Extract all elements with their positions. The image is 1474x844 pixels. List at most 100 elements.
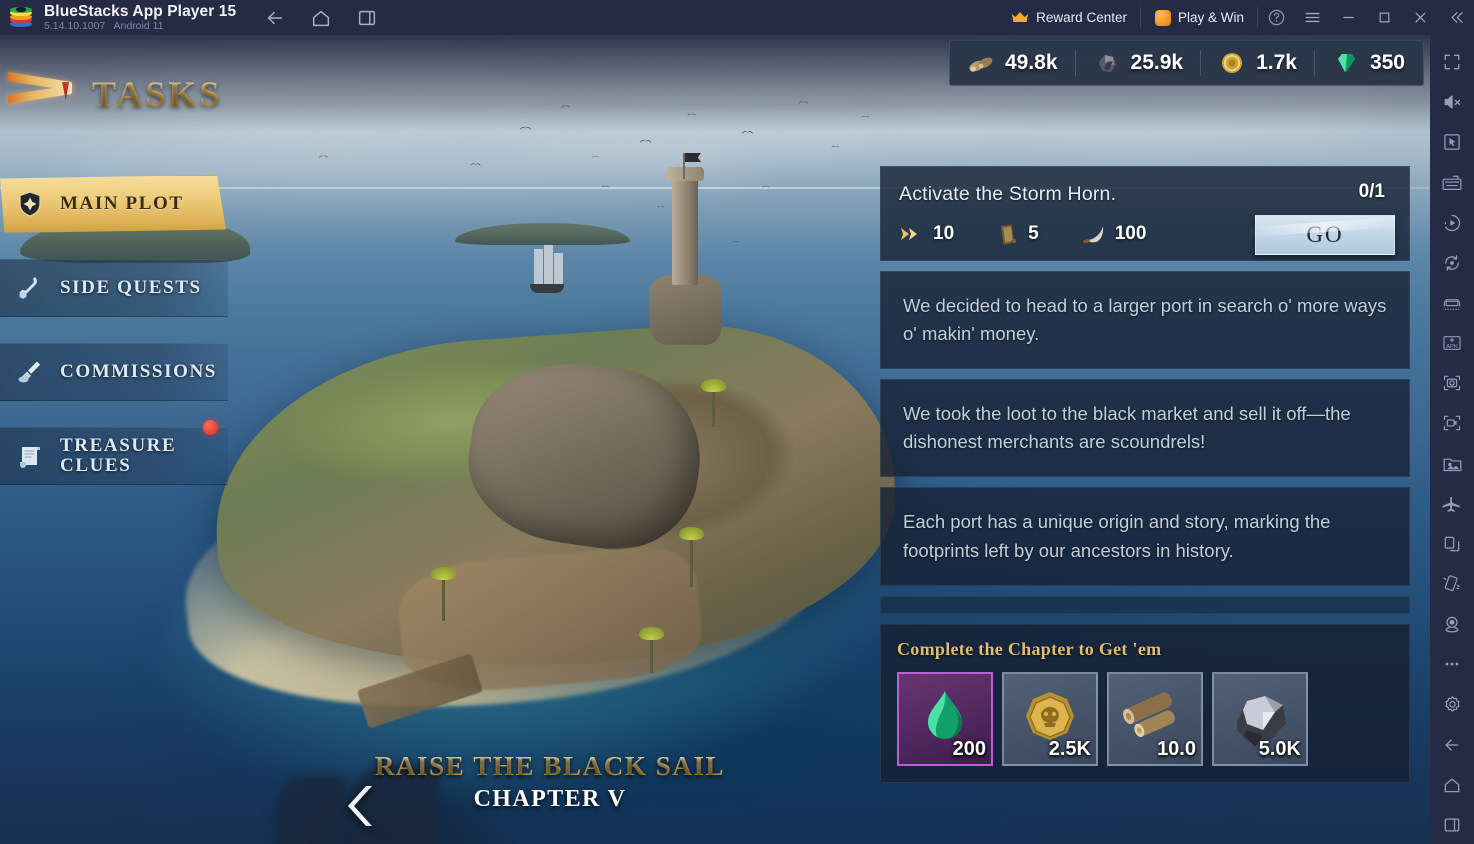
distant-ship	[530, 245, 564, 293]
quest-reward-horn: 100	[1081, 223, 1147, 245]
reward-item-gold-coin[interactable]: 2.5K	[1002, 671, 1098, 766]
gem-icon	[1333, 51, 1361, 75]
reward-item-green-gem[interactable]: 200	[897, 671, 993, 766]
multi-instance-icon[interactable]	[1430, 525, 1474, 563]
more-icon[interactable]	[1430, 645, 1474, 683]
bird	[832, 146, 840, 150]
story-paragraph: We took the loot to the black market and…	[903, 403, 1351, 453]
recents-icon[interactable]	[1430, 806, 1474, 844]
resource-ore[interactable]: 25.9k	[1076, 48, 1202, 78]
sidebar-label-commissions: COMMISSIONS	[60, 360, 217, 382]
lighthouse-tower	[672, 175, 698, 285]
scroll-icon	[0, 441, 60, 471]
help-icon[interactable]	[1258, 0, 1294, 35]
sidebar-label-treasure-line2: CLUES	[60, 455, 132, 476]
bird	[319, 156, 328, 160]
back-icon[interactable]	[264, 7, 286, 29]
app-title-block: BlueStacks App Player 15 5.14.10.1007 An…	[44, 2, 237, 32]
recents-icon[interactable]	[356, 7, 378, 29]
location-icon[interactable]	[1430, 605, 1474, 643]
sidebar-label-treasure-clues: TREASURE CLUES	[60, 434, 177, 476]
distant-island	[455, 223, 630, 245]
quest-reward-book-value: 5	[1028, 223, 1039, 244]
sidebar-item-side-quests[interactable]: SIDE QUESTS	[0, 259, 228, 317]
eco-mode-icon[interactable]	[1430, 485, 1474, 523]
home-icon[interactable]	[1430, 766, 1474, 804]
app-version: 5.14.10.1007 Android 11	[44, 21, 236, 32]
bird	[762, 186, 769, 189]
quest-reward-exp: 10	[899, 223, 954, 245]
close-icon[interactable]	[1402, 0, 1438, 35]
minimize-icon[interactable]	[1330, 0, 1366, 35]
menu-icon[interactable]	[1294, 0, 1330, 35]
reward-qty: 200	[952, 737, 986, 760]
sidebar-item-main-plot[interactable]: MAIN PLOT	[0, 175, 226, 233]
gamepad-icon[interactable]	[1430, 284, 1474, 322]
version-number: 5.14.10.1007	[44, 20, 106, 32]
resource-wood[interactable]: 49.8k	[950, 48, 1076, 78]
resource-gem[interactable]: 350	[1315, 48, 1423, 78]
mute-icon[interactable]	[1430, 83, 1474, 121]
video-record-icon[interactable]	[1430, 404, 1474, 442]
chapter-title-block: RAISE THE BLACK SAIL CHAPTER V	[340, 751, 760, 826]
palm-tree	[679, 527, 704, 587]
quest-title: Activate the Storm Horn.	[899, 183, 1117, 205]
resource-gold[interactable]: 1.7k	[1201, 48, 1315, 78]
reward-center-button[interactable]: Reward Center	[997, 0, 1141, 35]
sidebar-label-main-plot: MAIN PLOT	[60, 192, 184, 214]
play-and-win-button[interactable]: Play & Win	[1141, 0, 1259, 35]
horn-icon	[1082, 226, 1103, 244]
story-card: We decided to head to a larger port in s…	[880, 271, 1410, 370]
sidebar-item-commissions[interactable]: COMMISSIONS	[0, 343, 228, 401]
macro-record-icon[interactable]	[1430, 204, 1474, 242]
back-icon[interactable]	[1430, 726, 1474, 764]
stamp-icon	[0, 357, 60, 387]
story-card-placeholder	[880, 595, 1410, 614]
wood-icon	[968, 51, 996, 75]
reward-item-ore-crystal[interactable]: 5.0K	[1212, 671, 1308, 766]
shield-icon	[0, 189, 60, 219]
previous-chapter-button[interactable]	[348, 783, 378, 829]
settings-icon[interactable]	[1430, 686, 1474, 724]
maximize-icon[interactable]	[1366, 0, 1402, 35]
pointer-icon[interactable]	[1430, 123, 1474, 161]
home-icon[interactable]	[310, 7, 332, 29]
palm-tree	[639, 627, 664, 673]
bluestacks-window: BlueStacks App Player 15 5.14.10.1007 An…	[0, 0, 1474, 844]
chevron-left-icon	[348, 786, 372, 826]
app-title: BlueStacks App Player 15	[44, 2, 237, 20]
titlebar-right-group: Reward Center Play & Win	[997, 0, 1474, 35]
media-manager-icon[interactable]	[1430, 445, 1474, 483]
story-card: We took the loot to the black market and…	[880, 379, 1410, 478]
android-version: Android 11	[113, 20, 164, 32]
palm-tree	[701, 379, 726, 427]
crown-icon	[1011, 11, 1029, 24]
bird	[640, 140, 651, 145]
page-title: TASKS	[92, 74, 223, 114]
reward-center-label: Reward Center	[1036, 10, 1127, 25]
play-win-icon	[1154, 9, 1171, 26]
apk-install-icon[interactable]: APK	[1430, 324, 1474, 362]
play-and-win-label: Play & Win	[1177, 10, 1244, 25]
chapter-rewards-row: 200 2.5K 10.0 5.0K	[897, 671, 1393, 766]
book-icon	[1000, 224, 1017, 245]
resource-bar: 49.8k 25.9k 1.7k 350	[948, 40, 1424, 86]
quest-reward-horn-value: 100	[1114, 223, 1147, 244]
sidebar-item-treasure-clues[interactable]: TREASURE CLUES	[0, 420, 228, 485]
palm-tree	[431, 567, 456, 621]
screenshot-icon[interactable]	[1430, 364, 1474, 402]
go-button[interactable]: GO	[1255, 215, 1395, 255]
keyboard-icon[interactable]	[1430, 163, 1474, 201]
fullscreen-icon[interactable]	[1430, 43, 1474, 81]
collapse-icon[interactable]	[1438, 0, 1474, 35]
chapter-rewards-panel: Complete the Chapter to Get 'em 200 2.5K…	[880, 623, 1410, 783]
chapter-name: RAISE THE BLACK SAIL	[340, 751, 760, 782]
title-bar: BlueStacks App Player 15 5.14.10.1007 An…	[0, 0, 1474, 35]
android-nav-buttons	[264, 7, 378, 29]
reward-item-wood-log[interactable]: 10.0	[1107, 671, 1203, 766]
sidebar-label-treasure-line1: TREASURE	[60, 434, 177, 456]
rotate-icon[interactable]	[1430, 244, 1474, 282]
sidebar-label-side-quests: SIDE QUESTS	[60, 276, 202, 298]
shake-icon[interactable]	[1430, 565, 1474, 603]
chapter-number: CHAPTER V	[473, 786, 627, 812]
